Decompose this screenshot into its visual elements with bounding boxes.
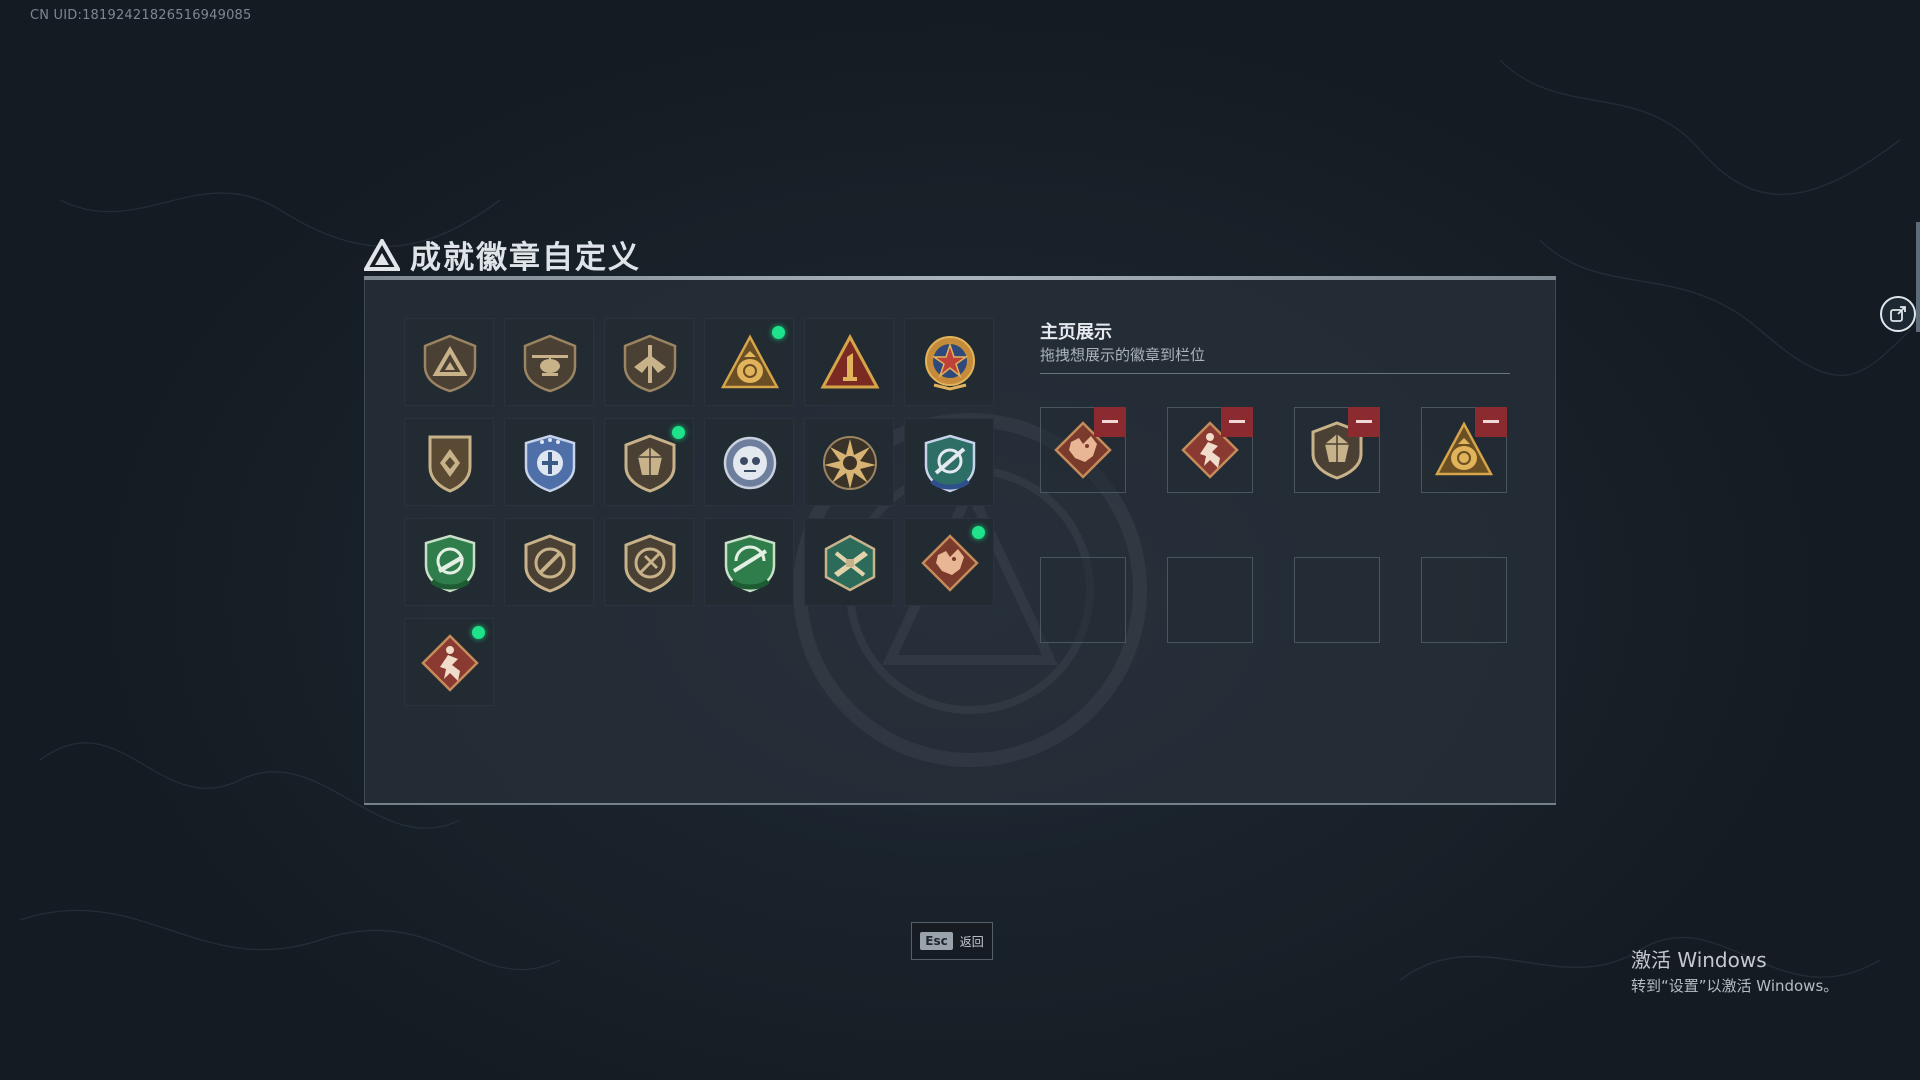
badge-cell[interactable] (504, 318, 594, 406)
remove-badge-button[interactable] (1348, 407, 1380, 437)
showcase-slot-5-empty[interactable] (1040, 557, 1126, 643)
gold-bag-badge-icon (720, 333, 780, 393)
showcase-slot-2[interactable] (1167, 407, 1253, 493)
new-badge-dot (972, 526, 985, 539)
badge-cell[interactable] (904, 418, 994, 506)
badge-cell[interactable] (804, 518, 894, 606)
badge-cell[interactable] (704, 318, 794, 406)
dragon-diamond-badge-icon (920, 533, 980, 593)
new-badge-dot (672, 426, 685, 439)
back-button[interactable]: Esc 返回 (911, 922, 993, 960)
page-header: 成就徽章自定义 (364, 232, 641, 277)
badge-cell[interactable] (704, 418, 794, 506)
rank-one-triangle-badge-icon (820, 333, 880, 393)
remove-badge-button[interactable] (1094, 407, 1126, 437)
explosion-badge-icon (820, 433, 880, 493)
badge-cell[interactable] (904, 518, 994, 606)
gem-shield-badge-icon (620, 433, 680, 493)
badge-cell[interactable] (404, 318, 494, 406)
no-bullet-badge-icon (520, 533, 580, 593)
windows-activation-watermark: 激活 Windows 转到“设置”以激活 Windows。 (1631, 944, 1838, 996)
badge-cell[interactable] (704, 518, 794, 606)
skull-emblem-badge-icon (720, 433, 780, 493)
showcase-title: 主页展示 (1040, 322, 1112, 343)
showcase-subtitle: 拖拽想展示的徽章到栏位 (1040, 346, 1206, 364)
badge-cell[interactable] (804, 318, 894, 406)
showcase-slot-1[interactable] (1040, 407, 1126, 493)
new-badge-dot (472, 626, 485, 639)
rifle-green-shield-badge-icon (420, 533, 480, 593)
showcase-slot-8-empty[interactable] (1421, 557, 1507, 643)
badge-cell[interactable] (404, 518, 494, 606)
page-title: 成就徽章自定义 (410, 240, 641, 276)
badge-cell[interactable] (804, 418, 894, 506)
badge-cell[interactable] (604, 518, 694, 606)
esc-key-hint: Esc (920, 932, 953, 950)
police-shield-badge-icon (520, 433, 580, 493)
delta-logo-icon (364, 238, 400, 271)
crosshair-blue-shield-badge-icon (920, 433, 980, 493)
user-uid: CN UID:18192421826516949085 (30, 8, 252, 23)
side-edge-tab (1916, 222, 1920, 332)
badge-cell[interactable] (504, 418, 594, 506)
runner-diamond-badge-icon (420, 633, 480, 693)
no-knife-badge-icon (620, 533, 680, 593)
activation-hint: 转到“设置”以激活 Windows。 (1631, 977, 1839, 995)
showcase-divider (1040, 373, 1510, 374)
share-button[interactable] (1880, 296, 1916, 332)
share-icon (1890, 306, 1906, 322)
showcase-slot-4[interactable] (1421, 407, 1507, 493)
badge-cell[interactable] (404, 418, 494, 506)
wings-badge-icon (620, 333, 680, 393)
showcase-slot-7-empty[interactable] (1294, 557, 1380, 643)
activation-title: 激活 Windows (1631, 948, 1767, 972)
star-medal-badge-icon (920, 333, 980, 393)
new-badge-dot (772, 326, 785, 339)
showcase-slot-6-empty[interactable] (1167, 557, 1253, 643)
remove-badge-button[interactable] (1475, 407, 1507, 437)
showcase-slot-3[interactable] (1294, 407, 1380, 493)
helicopter-badge-icon (520, 333, 580, 393)
badge-cell[interactable] (404, 618, 494, 706)
chevron-shield-badge-icon (420, 433, 480, 493)
badge-cell[interactable] (904, 318, 994, 406)
sniper-green-shield-badge-icon (720, 533, 780, 593)
back-label: 返回 (959, 934, 984, 949)
badge-cell[interactable] (604, 318, 694, 406)
weapons-hexagon-badge-icon (820, 533, 880, 593)
remove-badge-button[interactable] (1221, 407, 1253, 437)
delta-shield-badge-icon (420, 333, 480, 393)
badge-cell[interactable] (604, 418, 694, 506)
badge-cell[interactable] (504, 518, 594, 606)
panel-bottom-line (364, 803, 1556, 805)
